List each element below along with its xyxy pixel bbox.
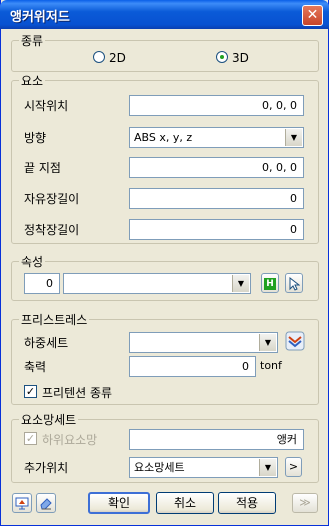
chevron-down-icon[interactable]: ▼ [285, 129, 302, 146]
free-length-label: 자유장길이 [24, 192, 80, 206]
sub-mesh-label[interactable]: 하위요소망 [42, 431, 97, 448]
free-length-input[interactable]: 0 [129, 188, 304, 209]
chevron-down-icon[interactable]: ▼ [259, 334, 276, 351]
add-position-label: 추가위치 [24, 461, 69, 475]
property-table-button[interactable]: H [261, 273, 279, 293]
end-node-input[interactable]: 0, 0, 0 [129, 157, 304, 178]
add-position-select-value: 요소망세트 [134, 461, 185, 474]
cancel-button[interactable]: 취소 [156, 492, 214, 514]
fixed-length-label: 정착장길이 [24, 223, 80, 237]
chevron-down-icon[interactable]: ▼ [259, 459, 276, 476]
load-set-select[interactable]: ▼ [129, 332, 278, 353]
start-position-label: 시작위치 [24, 99, 69, 113]
expand-button[interactable]: ≫ [292, 493, 318, 513]
load-set-icon [285, 331, 305, 351]
pointer-select-icon [289, 276, 301, 291]
add-position-go-button[interactable]: > [285, 457, 302, 477]
axial-force-label: 축력 [24, 360, 47, 374]
type-group [11, 40, 319, 72]
direction-label: 방향 [24, 131, 47, 145]
pretension-checkbox[interactable]: ✓ [24, 385, 37, 398]
prestress-group-label: 프리스트레스 [19, 311, 90, 328]
close-button[interactable]: ✕ [302, 5, 323, 26]
load-set-button[interactable] [284, 330, 306, 352]
chevron-down-icon[interactable]: ▼ [232, 275, 249, 292]
property-select[interactable]: ▼ [63, 273, 251, 294]
fixed-length-input[interactable]: 0 [129, 219, 304, 240]
property-group-label: 속성 [19, 253, 46, 270]
eraser-icon [40, 498, 52, 510]
radio-3d-label[interactable]: 3D [232, 51, 249, 65]
apply-button[interactable]: 적용 [218, 492, 276, 514]
radio-2d[interactable] [93, 51, 105, 63]
footer-tool-button-2[interactable] [36, 493, 56, 513]
property-table-icon: H [264, 278, 276, 290]
type-group-label: 종류 [19, 32, 46, 49]
add-position-select[interactable]: 요소망세트 ▼ [129, 457, 278, 478]
direction-select-value: ABS x, y, z [134, 131, 193, 144]
sub-mesh-input[interactable]: 앵커 [129, 429, 304, 450]
element-group-label: 요소 [19, 72, 46, 89]
presentation-icon [15, 497, 29, 510]
footer-tool-button-1[interactable] [12, 493, 32, 513]
radio-2d-label[interactable]: 2D [109, 51, 126, 65]
radio-3d[interactable] [216, 51, 228, 63]
property-number-input[interactable]: 0 [24, 273, 60, 294]
mesh-set-group-label: 요소망세트 [19, 411, 79, 428]
end-node-label: 끝 지점 [24, 161, 61, 175]
load-set-label: 하중세트 [24, 336, 69, 350]
pointer-select-button[interactable] [285, 273, 303, 293]
pretension-label[interactable]: 프리텐션 종류 [42, 384, 112, 401]
axial-force-input[interactable]: 0 [129, 356, 256, 377]
sub-mesh-checkbox[interactable]: ✓ [24, 432, 37, 445]
start-position-input[interactable]: 0, 0, 0 [129, 95, 304, 116]
window-title: 앵커위저드 [10, 10, 70, 25]
direction-select[interactable]: ABS x, y, z ▼ [129, 127, 304, 148]
axial-force-unit: tonf [260, 359, 282, 372]
ok-button[interactable]: 확인 [88, 492, 150, 514]
